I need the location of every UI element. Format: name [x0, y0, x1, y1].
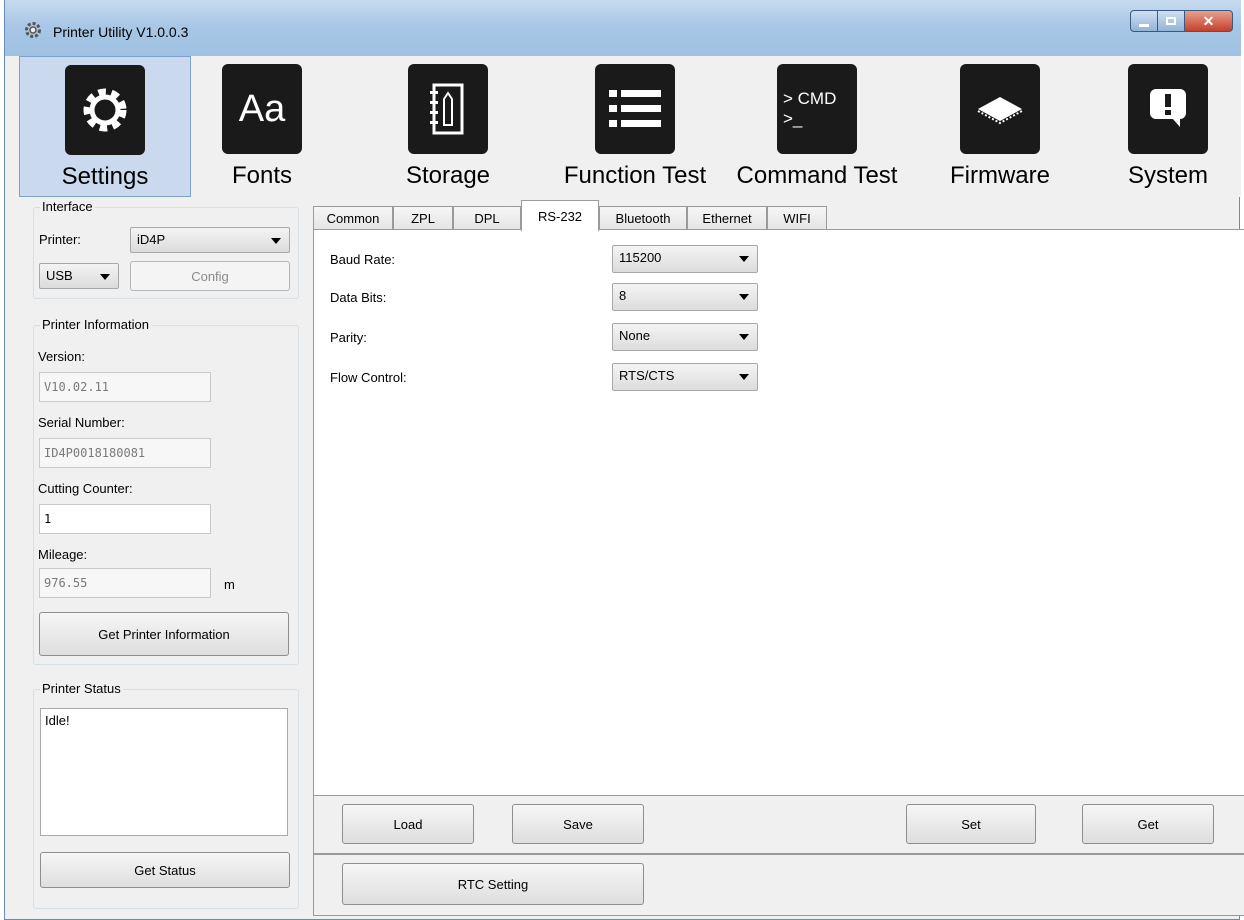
maximize-button[interactable] — [1158, 10, 1185, 32]
flow-control-label: Flow Control: — [330, 370, 407, 385]
mileage-field[interactable]: 976.55 — [39, 568, 211, 598]
title-bar: Printer Utility V1.0.0.3 ✕ — [5, 0, 1241, 56]
toolbar-label: Fonts — [231, 162, 293, 189]
gear-icon — [25, 22, 41, 38]
version-label: Version: — [38, 349, 85, 364]
list-icon — [595, 64, 675, 154]
mileage-unit: m — [224, 577, 235, 592]
flow-control-value: RTS/CTS — [619, 368, 675, 383]
data-bits-value: 8 — [619, 288, 627, 303]
alert-icon — [1128, 64, 1208, 154]
save-button[interactable]: Save — [512, 804, 644, 844]
config-button[interactable]: Config — [130, 261, 290, 291]
window-controls: ✕ — [1130, 10, 1233, 32]
cmd-icon: > CMD >_ — [777, 64, 857, 154]
port-select-value: USB — [46, 268, 73, 283]
status-textarea[interactable]: Idle! — [40, 708, 288, 836]
main-toolbar: Settings Aa Fonts Storage Function Test … — [13, 56, 1241, 197]
baud-rate-label: Baud Rate: — [330, 252, 396, 267]
cutting-label: Cutting Counter: — [38, 481, 133, 496]
toolbar-label: System — [1127, 162, 1208, 189]
get-button[interactable]: Get — [1082, 804, 1214, 844]
parity-value: None — [619, 328, 651, 343]
serial-field[interactable]: ID4P0018180081 — [39, 438, 211, 468]
chevron-down-icon — [739, 294, 749, 300]
font-icon: Aa — [222, 64, 302, 154]
baud-rate-select[interactable]: 115200 — [612, 245, 758, 273]
toolbar-firmware[interactable]: Firmware — [935, 56, 1065, 197]
chevron-down-icon — [739, 256, 749, 262]
chevron-down-icon — [100, 274, 110, 280]
notebook-icon — [408, 64, 488, 154]
get-printer-info-button[interactable]: Get Printer Information — [39, 612, 289, 656]
printer-label: Printer: — [39, 232, 81, 247]
get-status-button[interactable]: Get Status — [40, 852, 290, 888]
tab-zpl[interactable]: ZPL — [393, 206, 453, 230]
minimize-button[interactable] — [1130, 10, 1158, 32]
data-bits-label: Data Bits: — [330, 290, 387, 305]
version-field[interactable]: V10.02.11 — [39, 372, 211, 402]
printer-select-value: iD4P — [137, 232, 166, 247]
minimize-icon — [1139, 23, 1149, 27]
parity-label: Parity: — [330, 330, 367, 345]
toolbar-system[interactable]: System — [1113, 56, 1223, 197]
tab-rs232[interactable]: RS-232 — [521, 200, 599, 231]
serial-label: Serial Number: — [38, 415, 125, 430]
parity-select[interactable]: None — [612, 323, 758, 351]
printer-status-title: Printer Status — [40, 681, 123, 696]
gear-icon — [65, 65, 145, 155]
tab-bluetooth[interactable]: Bluetooth — [599, 206, 687, 230]
port-select[interactable]: USB — [39, 263, 119, 289]
toolbar-label: Firmware — [950, 162, 1050, 189]
toolbar-label: Storage — [405, 162, 491, 189]
maximize-icon — [1166, 17, 1176, 25]
rs232-panel: Baud Rate: 115200 Data Bits: 8 Parity: N… — [313, 229, 1244, 796]
toolbar-label: Settings — [61, 163, 149, 190]
interface-title: Interface — [40, 199, 95, 214]
window-title: Printer Utility V1.0.0.3 — [53, 24, 189, 40]
toolbar-label: Command Test — [736, 162, 898, 189]
mileage-label: Mileage: — [38, 547, 88, 562]
data-bits-select[interactable]: 8 — [612, 283, 758, 311]
baud-rate-value: 115200 — [619, 250, 662, 265]
interface-group: Interface Printer: iD4P USB Config — [33, 199, 299, 299]
cutting-field[interactable]: 1 — [39, 504, 211, 534]
printer-info-title: Printer Information — [40, 317, 151, 332]
chip-icon — [960, 64, 1040, 154]
printer-info-group: Printer Information Version: V10.02.11 S… — [33, 317, 299, 665]
rtc-setting-button[interactable]: RTC Setting — [342, 863, 644, 905]
close-button[interactable]: ✕ — [1185, 10, 1233, 32]
toolbar-label: Function Test — [563, 162, 707, 189]
action-bar: Load Save Set Get — [313, 796, 1244, 854]
chevron-down-icon — [739, 374, 749, 380]
printer-select[interactable]: iD4P — [130, 227, 290, 253]
close-icon: ✕ — [1202, 12, 1215, 29]
load-button[interactable]: Load — [342, 804, 474, 844]
tab-wifi[interactable]: WIFI — [767, 206, 827, 230]
app-window: Printer Utility V1.0.0.3 ✕ Settings Aa F… — [4, 0, 1244, 920]
set-button[interactable]: Set — [906, 804, 1036, 844]
tab-common[interactable]: Common — [313, 206, 393, 230]
chevron-down-icon — [271, 238, 281, 244]
toolbar-storage[interactable]: Storage — [383, 56, 513, 197]
tab-dpl[interactable]: DPL — [453, 206, 521, 230]
toolbar-function-test[interactable]: Function Test — [545, 56, 725, 197]
toolbar-command-test[interactable]: > CMD >_ Command Test — [727, 56, 907, 197]
toolbar-settings[interactable]: Settings — [19, 56, 191, 197]
chevron-down-icon — [739, 334, 749, 340]
printer-status-group: Printer Status Idle! Get Status — [33, 681, 299, 909]
tab-ethernet[interactable]: Ethernet — [687, 206, 767, 230]
toolbar-fonts[interactable]: Aa Fonts — [203, 56, 321, 197]
flow-control-select[interactable]: RTS/CTS — [612, 363, 758, 391]
rtc-bar: RTC Setting — [313, 854, 1244, 916]
